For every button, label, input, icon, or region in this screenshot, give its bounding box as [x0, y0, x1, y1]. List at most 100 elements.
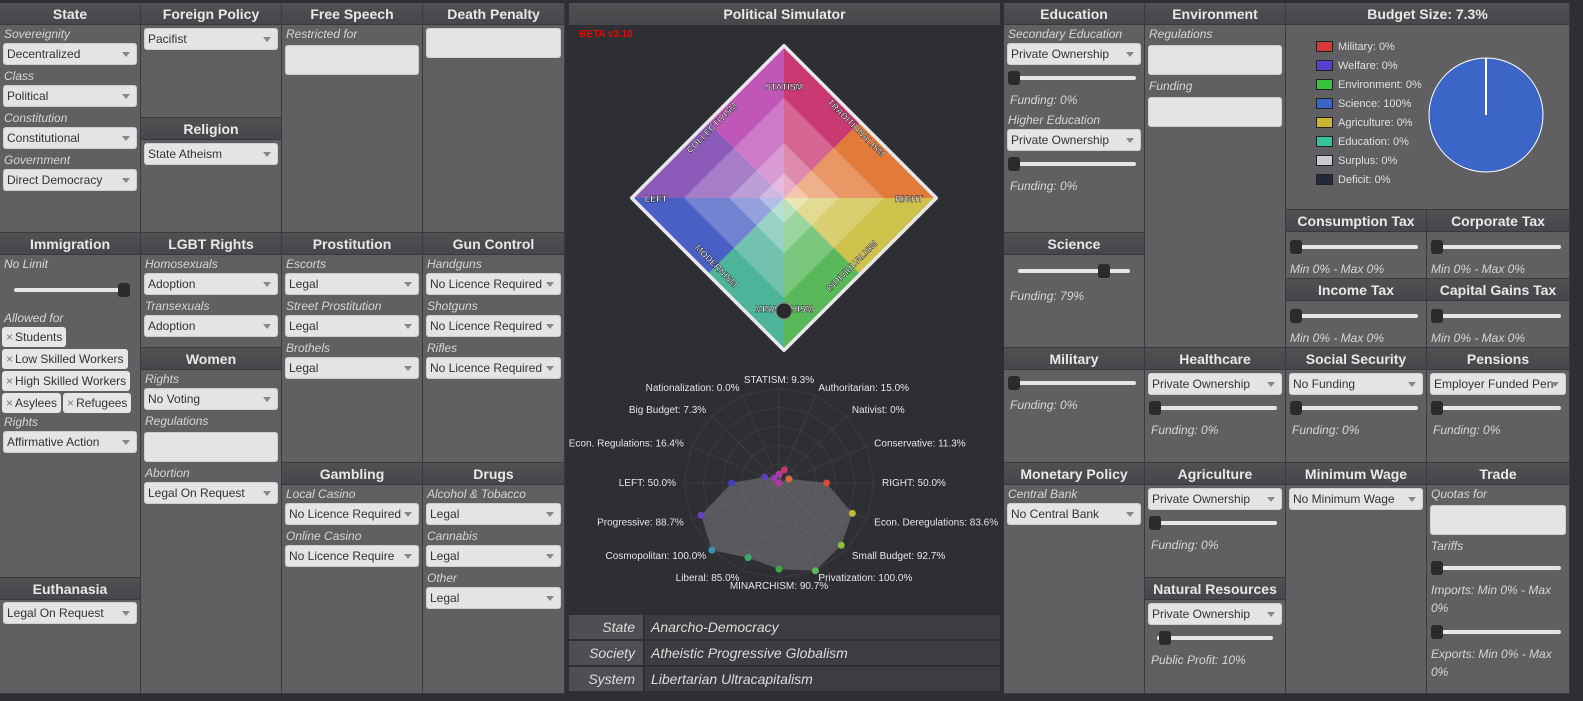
slider-thumb[interactable]: [1290, 309, 1302, 323]
slider-thumb[interactable]: [1431, 561, 1443, 575]
consumption-tax-slider[interactable]: [1288, 236, 1424, 256]
central-bank-value: No Central Bank: [1011, 507, 1100, 521]
secondary-select[interactable]: Private Ownership: [1007, 43, 1141, 65]
pensions-panel: Pensions Employer Funded Pen Funding: 0%: [1427, 348, 1570, 463]
homosexuals-select[interactable]: Adoption: [144, 273, 278, 295]
military-funding-slider[interactable]: [1006, 372, 1142, 392]
radar-axis: [711, 415, 780, 484]
restricted-field[interactable]: [285, 45, 419, 75]
social-security-select[interactable]: No Funding: [1289, 373, 1423, 395]
agriculture-value: Private Ownership: [1152, 492, 1251, 506]
tag-high-skilled[interactable]: × High Skilled Workers: [2, 371, 131, 391]
healthcare-select[interactable]: Private Ownership: [1148, 373, 1282, 395]
slider-thumb[interactable]: [1008, 71, 1020, 85]
cannabis-select[interactable]: Legal: [426, 545, 561, 567]
death-penalty-title: Death Penalty: [423, 3, 564, 25]
women-regulations-field[interactable]: [144, 432, 278, 462]
slider-thumb[interactable]: [1290, 240, 1302, 254]
natural-resources-select[interactable]: Private Ownership: [1148, 603, 1282, 625]
tag-refugees[interactable]: × Refugees: [63, 393, 132, 413]
women-rights-select[interactable]: No Voting: [144, 388, 278, 410]
higher-funding-slider[interactable]: [1006, 153, 1142, 173]
foreign-policy-select[interactable]: Pacifist: [144, 28, 278, 50]
slider-thumb[interactable]: [1431, 625, 1443, 639]
tag-asylees[interactable]: × Asylees: [2, 393, 62, 413]
death-penalty-field[interactable]: [426, 28, 561, 58]
local-casino-select[interactable]: No Licence Required: [285, 503, 419, 525]
pensions-funding-slider[interactable]: [1429, 397, 1567, 417]
transexuals-select[interactable]: Adoption: [144, 315, 278, 337]
remove-icon[interactable]: ×: [6, 330, 13, 344]
handguns-select[interactable]: No Licence Required: [426, 273, 561, 295]
secondary-funding-slider[interactable]: [1006, 67, 1142, 87]
minimum-wage-select[interactable]: No Minimum Wage: [1289, 488, 1423, 510]
shotguns-select[interactable]: No Licence Required: [426, 315, 561, 337]
tag-low-skilled[interactable]: × Low Skilled Workers: [2, 349, 128, 369]
income-tax-slider[interactable]: [1288, 305, 1424, 325]
online-casino-select[interactable]: No Licence Require: [285, 545, 419, 567]
slider-thumb[interactable]: [1149, 516, 1161, 530]
quotas-field[interactable]: [1430, 505, 1566, 535]
military-panel: Military Funding: 0%: [1004, 348, 1145, 463]
social-security-funding-slider[interactable]: [1288, 397, 1424, 417]
trade-panel: Trade Quotas for Tariffs Imports: Min 0%…: [1427, 463, 1570, 694]
tag-students[interactable]: × Students: [2, 327, 67, 347]
constitution-select[interactable]: Constitutional: [3, 127, 137, 149]
healthcare-funding-slider[interactable]: [1147, 397, 1283, 417]
government-select[interactable]: Direct Democracy: [3, 169, 137, 191]
immigration-rights-select[interactable]: Affirmative Action: [3, 431, 137, 453]
remove-icon[interactable]: ×: [6, 352, 13, 366]
abortion-select[interactable]: Legal On Request: [144, 482, 278, 504]
slider-thumb[interactable]: [1098, 264, 1110, 278]
rifles-select[interactable]: No Licence Required: [426, 357, 561, 379]
sovereignty-select[interactable]: Decentralized: [3, 43, 137, 65]
slider-thumb[interactable]: [1159, 631, 1171, 645]
compass-position-marker[interactable]: [775, 302, 793, 320]
euthanasia-panel: Euthanasia Legal On Request: [0, 578, 141, 694]
slider-thumb[interactable]: [1008, 157, 1020, 171]
remove-icon[interactable]: ×: [6, 396, 13, 410]
political-compass[interactable]: STATISM TRADITIONALISM RIGHT INDIVIDUALI…: [569, 28, 1000, 358]
env-regulations-field[interactable]: [1148, 45, 1282, 75]
street-select[interactable]: Legal: [285, 315, 419, 337]
env-funding-field[interactable]: [1148, 97, 1282, 127]
budget-legend: Military: 0% Welfare: 0% Environment: 0%…: [1316, 37, 1422, 189]
capital-gains-tax-slider[interactable]: [1429, 305, 1567, 325]
slider-thumb[interactable]: [1431, 401, 1443, 415]
slider-track: [1435, 245, 1561, 249]
chevron-down-icon: [404, 512, 412, 517]
chevron-down-icon: [546, 596, 554, 601]
radar-label: Nativist: 0%: [852, 405, 905, 416]
slider-track: [1018, 269, 1130, 273]
escorts-label: Escorts: [286, 257, 327, 271]
slider-thumb[interactable]: [1431, 240, 1443, 254]
science-funding-slider[interactable]: [1012, 260, 1136, 280]
religion-select[interactable]: State Atheism: [144, 143, 278, 165]
pensions-select[interactable]: Employer Funded Pen: [1430, 373, 1566, 395]
lgbt-title: LGBT Rights: [141, 233, 281, 255]
slider-thumb[interactable]: [1290, 401, 1302, 415]
alcohol-select[interactable]: Legal: [426, 503, 561, 525]
public-profit-slider[interactable]: [1151, 627, 1279, 647]
class-select[interactable]: Political: [3, 85, 137, 107]
imports-tariff-slider[interactable]: [1429, 557, 1567, 577]
remove-icon[interactable]: ×: [6, 374, 13, 388]
remove-icon[interactable]: ×: [67, 396, 74, 410]
slider-thumb[interactable]: [118, 283, 130, 297]
slider-thumb[interactable]: [1431, 309, 1443, 323]
result-key: System: [569, 667, 643, 691]
central-bank-select[interactable]: No Central Bank: [1007, 503, 1141, 525]
other-drugs-select[interactable]: Legal: [426, 587, 561, 609]
agriculture-select[interactable]: Private Ownership: [1148, 488, 1282, 510]
corporate-tax-slider[interactable]: [1429, 236, 1567, 256]
higher-select[interactable]: Private Ownership: [1007, 129, 1141, 151]
immigration-slider[interactable]: [8, 279, 132, 299]
exports-tariff-slider[interactable]: [1429, 621, 1567, 641]
brothels-select[interactable]: Legal: [285, 357, 419, 379]
escorts-select[interactable]: Legal: [285, 273, 419, 295]
euthanasia-select[interactable]: Legal On Request: [3, 602, 137, 624]
slider-thumb[interactable]: [1008, 376, 1020, 390]
slider-thumb[interactable]: [1149, 401, 1161, 415]
minimum-wage-panel: Minimum Wage No Minimum Wage: [1286, 463, 1427, 694]
agriculture-funding-slider[interactable]: [1147, 512, 1283, 532]
